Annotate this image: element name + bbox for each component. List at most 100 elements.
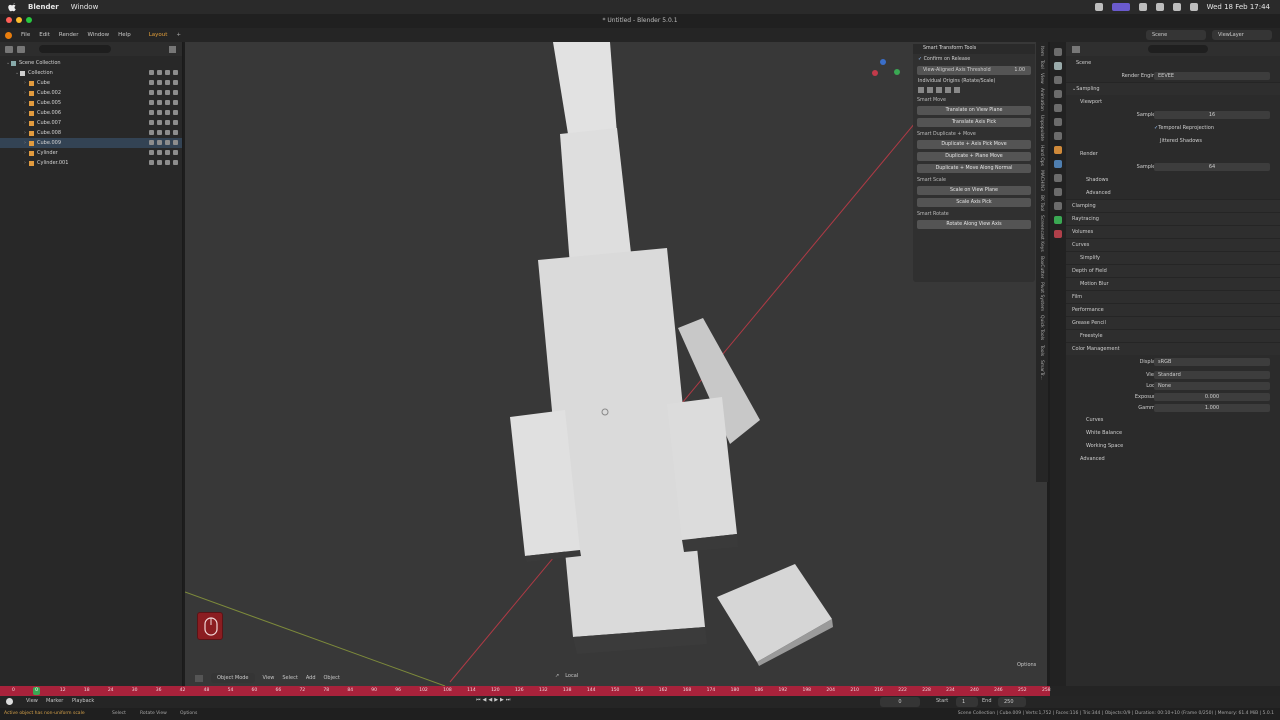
look-dropdown[interactable]: None (1154, 382, 1270, 390)
subsection-white-balance[interactable]: White Balance (1066, 426, 1280, 439)
eye-icon[interactable] (157, 140, 162, 145)
timeline-ruler[interactable]: 0612182430364248546066727884909610210811… (0, 686, 1280, 696)
filter-icon[interactable] (169, 45, 176, 53)
data-tab-icon[interactable] (1054, 216, 1062, 224)
menu-object[interactable]: Object (324, 675, 340, 681)
filter-icon[interactable] (149, 80, 154, 85)
sidebar-tab[interactable]: Hard Ops (1039, 145, 1044, 166)
sidebar-tab[interactable]: BoxCutter (1039, 256, 1044, 279)
menu-window[interactable]: Window (71, 3, 99, 11)
camera-icon[interactable] (165, 140, 170, 145)
scene-selector[interactable]: Scene (1146, 30, 1206, 40)
outliner-collection-row[interactable]: ⌄ Collection (0, 68, 182, 78)
view-dropdown[interactable]: Standard (1154, 370, 1270, 379)
menu-add[interactable]: Add (306, 675, 316, 681)
menu-help[interactable]: Help (118, 32, 131, 38)
subsection-working-space[interactable]: Working Space (1066, 439, 1280, 452)
current-frame-field[interactable]: 0 (880, 697, 920, 707)
tool-button[interactable]: Translate Axis Pick (917, 118, 1031, 127)
playback-controls[interactable]: ⏮◀◀▶▶⏭ (476, 697, 512, 703)
render-icon[interactable] (173, 100, 178, 105)
eye-icon[interactable] (157, 90, 162, 95)
section-freestyle[interactable]: Freestyle (1066, 329, 1280, 342)
menu-playback[interactable]: Playback (72, 698, 94, 704)
menu-view[interactable]: View (263, 675, 275, 681)
filter-icon[interactable] (149, 100, 154, 105)
physics-tab-icon[interactable] (1054, 188, 1062, 196)
render-icon[interactable] (173, 90, 178, 95)
scene-tab-icon[interactable] (1054, 104, 1062, 112)
record-icon[interactable] (6, 698, 13, 705)
eye-icon[interactable] (157, 100, 162, 105)
exposure-field[interactable]: 0.000 (1154, 392, 1270, 401)
transform-orientation[interactable]: ↗ Local (555, 673, 578, 679)
tool-button[interactable]: Duplicate + Axis Pick Move (917, 140, 1031, 149)
close-icon[interactable] (954, 87, 960, 93)
menu-app-blender[interactable]: Blender (28, 3, 59, 11)
properties-search-input[interactable] (1148, 45, 1208, 53)
subsection-cm-advanced[interactable]: Advanced (1066, 452, 1280, 465)
sidebar-tab[interactable]: Pivot System (1039, 282, 1044, 311)
tool-button[interactable]: Duplicate + Move Along Normal (917, 164, 1031, 173)
render-icon[interactable] (173, 80, 178, 85)
tool-button[interactable]: Scale Axis Pick (917, 198, 1031, 207)
outliner-object-row[interactable]: › Cube.007 (0, 118, 182, 128)
filter-icon[interactable] (149, 130, 154, 135)
section-volumes[interactable]: Volumes (1066, 225, 1280, 238)
clock[interactable]: Wed 18 Feb 17:44 (1207, 3, 1270, 11)
menu-view[interactable]: View (26, 698, 38, 704)
end-frame-field[interactable]: 250 (998, 697, 1026, 707)
screen-share-icon[interactable] (1111, 3, 1130, 11)
render-icon[interactable] (173, 160, 178, 165)
viewport-samples-field[interactable]: 16 (1154, 110, 1270, 119)
camera-icon[interactable] (165, 110, 170, 115)
menu-select[interactable]: Select (282, 675, 297, 681)
menu-render[interactable]: Render (59, 32, 79, 38)
sidebar-tab[interactable]: Tools (1039, 345, 1044, 356)
render-icon[interactable] (173, 140, 178, 145)
render-icon[interactable] (173, 130, 178, 135)
outliner-object-row[interactable]: › Cube (0, 78, 182, 88)
particles-tab-icon[interactable] (1054, 174, 1062, 182)
render-icon[interactable] (173, 120, 178, 125)
threshold-field[interactable]: View-Aligned Axis Threshold 1.00 (917, 66, 1031, 75)
temporal-reprojection-checkbox[interactable]: ✓ Temporal Reprojection (1066, 121, 1280, 134)
blender-logo-icon[interactable] (5, 31, 12, 39)
filter-icon[interactable] (149, 110, 154, 115)
display-dropdown[interactable]: sRGB (1154, 357, 1270, 366)
sidebar-tab[interactable]: Animation (1039, 88, 1044, 111)
outliner-object-row[interactable]: › Cube.005 (0, 98, 182, 108)
camera-icon[interactable] (165, 130, 170, 135)
outliner-object-row[interactable]: › Cylinder (0, 148, 182, 158)
camera-icon[interactable] (165, 150, 170, 155)
menu-file[interactable]: File (21, 32, 30, 38)
render-tab-icon[interactable] (1054, 62, 1062, 70)
editor-type-icon[interactable] (195, 674, 203, 682)
section-sampling[interactable]: ⌄ Sampling (1066, 82, 1280, 95)
section-raytracing[interactable]: Raytracing (1066, 212, 1280, 225)
camera-icon[interactable] (165, 100, 170, 105)
object-tab-icon[interactable] (1054, 146, 1062, 154)
filter-icon[interactable] (149, 90, 154, 95)
render-icon[interactable] (173, 110, 178, 115)
apple-icon[interactable] (8, 2, 16, 12)
editor-type-icon[interactable] (1072, 45, 1080, 53)
output-tab-icon[interactable] (1054, 76, 1062, 84)
filter-icon[interactable] (149, 160, 154, 165)
eye-icon[interactable] (157, 110, 162, 115)
outliner-scene-row[interactable]: ⌄ Scene Collection (0, 58, 182, 68)
section-grease-pencil[interactable]: Grease Pencil (1066, 316, 1280, 329)
playhead[interactable]: 0 (33, 687, 40, 695)
sidebar-tab[interactable]: Quick Tools (1039, 315, 1044, 340)
eye-icon[interactable] (157, 120, 162, 125)
confirm-on-release-checkbox[interactable]: ✓ Confirm on Release (913, 54, 1035, 65)
camera-icon[interactable] (165, 160, 170, 165)
tool-tab-icon[interactable] (1054, 48, 1062, 56)
section-color-management[interactable]: Color Management (1066, 342, 1280, 355)
options-button[interactable]: Options (1017, 662, 1036, 668)
render-icon[interactable] (173, 150, 178, 155)
battery-icon[interactable] (1155, 3, 1164, 11)
filter-icon[interactable] (149, 70, 154, 75)
tool-button[interactable]: Rotate Along View Axis (917, 220, 1031, 229)
tool-button[interactable]: Translate on View Plane (917, 106, 1031, 115)
